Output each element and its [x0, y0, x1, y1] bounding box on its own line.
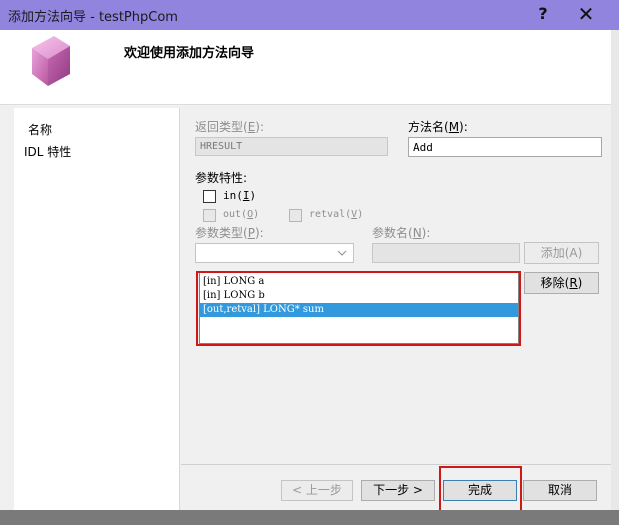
in-checkbox[interactable] [203, 190, 216, 203]
list-item[interactable]: [in] LONG b [200, 289, 518, 303]
list-item[interactable]: [in] LONG a [200, 275, 518, 289]
list-item[interactable]: [out,retval] LONG* sum [200, 303, 518, 317]
background-strip [0, 510, 619, 525]
retval-checkbox-label: retval(V) [309, 209, 364, 220]
next-button[interactable]: 下一步 > [361, 480, 435, 501]
method-name-label: 方法名(M): [408, 120, 468, 134]
close-button[interactable]: ✕ [573, 2, 599, 26]
finish-button[interactable]: 完成 [443, 480, 517, 501]
params-listbox[interactable]: [in] LONG a [in] LONG b [out,retval] LON… [199, 272, 519, 344]
remove-param-button[interactable]: 移除(R) [524, 272, 599, 294]
param-type-label: 参数类型(P): [195, 226, 264, 240]
param-type-combobox[interactable] [195, 243, 354, 263]
footer-separator [181, 464, 611, 465]
retval-checkbox[interactable] [289, 209, 302, 222]
param-name-label: 参数名(N): [372, 226, 431, 240]
out-checkbox-label: out(O) [223, 209, 260, 220]
param-attrs-label: 参数特性: [195, 171, 248, 185]
right-edge [611, 30, 619, 510]
window-title: 添加方法向导 - testPhpCom [8, 10, 178, 25]
wizard-content: 返回类型(E): HRESULT 方法名(M): Add 参数特性: in(I)… [181, 108, 611, 512]
param-name-input[interactable] [372, 243, 520, 263]
add-param-button[interactable]: 添加(A) [524, 242, 599, 264]
nav-item-name[interactable]: 名称 [28, 121, 52, 138]
return-type-label: 返回类型(E): [195, 120, 265, 134]
wizard-nav: 名称 IDL 特性 [14, 108, 180, 512]
title-bar[interactable]: 添加方法向导 - testPhpCom ? ✕ [0, 0, 619, 30]
wizard-heading: 欢迎使用添加方法向导 [124, 46, 255, 61]
wizard-banner: 欢迎使用添加方法向导 [0, 30, 611, 105]
method-name-input[interactable]: Add [408, 137, 602, 157]
prev-button[interactable]: < 上一步 [281, 480, 353, 501]
help-button[interactable]: ? [533, 3, 553, 25]
in-checkbox-label: in(I) [223, 189, 257, 202]
out-checkbox[interactable] [203, 209, 216, 222]
nav-item-idl-attributes[interactable]: IDL 特性 [24, 143, 71, 160]
chevron-down-icon[interactable] [337, 250, 347, 257]
cancel-button[interactable]: 取消 [523, 480, 597, 501]
return-type-field[interactable]: HRESULT [195, 137, 388, 156]
pink-cube-icon [32, 36, 70, 86]
